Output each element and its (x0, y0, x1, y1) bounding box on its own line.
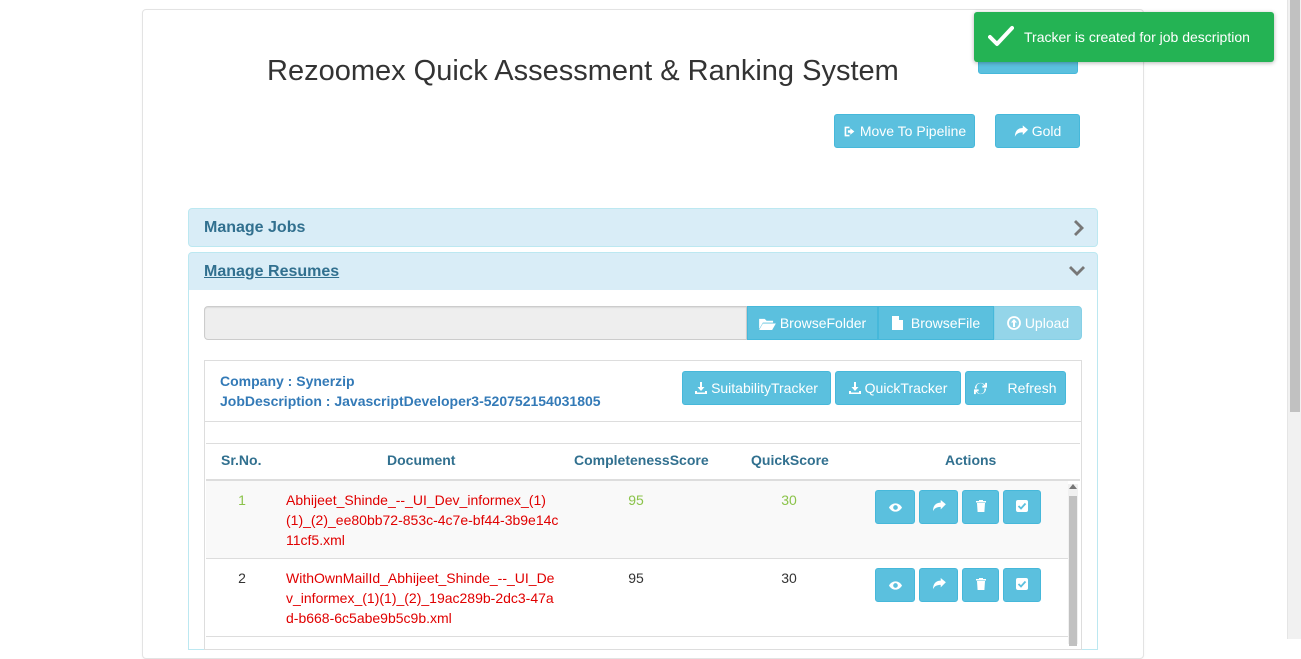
share-button[interactable] (919, 568, 958, 602)
row-completeness-score: 95 (628, 492, 644, 508)
eye-icon (888, 577, 902, 593)
select-button[interactable] (1003, 568, 1041, 602)
folder-open-icon (758, 317, 776, 330)
column-header-completeness: CompletenessScore (574, 452, 709, 468)
row-serial: 1 (238, 492, 246, 508)
check-square-icon (1016, 499, 1028, 515)
company-label: Company : Synerzip (220, 373, 355, 389)
sign-out-icon (843, 125, 856, 138)
manage-resumes-title: Manage Resumes (204, 263, 340, 280)
delete-button[interactable] (962, 568, 999, 602)
suitability-tracker-button[interactable]: SuitabilityTracker (682, 371, 831, 405)
share-icon (932, 499, 946, 515)
success-toast[interactable]: Tracker is created for job description (974, 12, 1274, 62)
share-icon (1014, 124, 1028, 138)
upload-circle-icon (1006, 316, 1021, 330)
browse-folder-button[interactable]: BrowseFolder (747, 306, 878, 340)
manage-jobs-title: Manage Jobs (204, 219, 306, 236)
page-scrollbar-thumb[interactable] (1290, 0, 1300, 412)
page-scrollbar[interactable] (1287, 0, 1301, 639)
move-to-pipeline-label: Move To Pipeline (859, 123, 967, 139)
browse-folder-label: BrowseFolder (779, 315, 867, 331)
table-row: 2 WithOwnMailId_Abhijeet_Shinde_--_UI_De… (206, 559, 1068, 637)
toast-message: Tracker is created for job description (1024, 29, 1250, 45)
check-icon (988, 25, 1014, 50)
gold-label: Gold (1031, 123, 1062, 139)
upload-label: Upload (1024, 315, 1070, 331)
suitability-tracker-label: SuitabilityTracker (711, 380, 818, 396)
browse-file-button[interactable]: BrowseFile (878, 306, 994, 340)
upload-button[interactable]: Upload (994, 306, 1082, 340)
row-quick-score: 30 (781, 492, 797, 508)
eye-icon (888, 499, 902, 515)
row-document-link[interactable]: Abhijeet_Shinde_--_UI_Dev_informex_(1)(1… (286, 490, 561, 550)
scroll-up-arrow-icon[interactable] (1069, 484, 1077, 489)
page-title: Rezoomex Quick Assessment & Ranking Syst… (267, 55, 899, 88)
refresh-button[interactable]: Refresh (965, 371, 1066, 405)
column-header-quickscore: QuickScore (751, 452, 829, 468)
column-header-srno: Sr.No. (221, 452, 262, 468)
refresh-icon (974, 382, 988, 395)
manage-jobs-panel-heading[interactable]: Manage Jobs (188, 208, 1098, 247)
quick-tracker-button[interactable]: QuickTracker (835, 371, 961, 405)
browse-file-label: BrowseFile (910, 315, 981, 331)
row-quick-score: 30 (781, 570, 797, 586)
download-icon (848, 382, 861, 394)
move-to-pipeline-button[interactable]: Move To Pipeline (834, 114, 975, 148)
table-row: 1 Abhijeet_Shinde_--_UI_Dev_informex_(1)… (206, 481, 1068, 559)
file-path-input[interactable] (204, 306, 747, 340)
download-icon (695, 382, 708, 394)
chevron-down-icon (1069, 264, 1085, 283)
manage-resumes-panel-heading[interactable]: Manage Resumes (188, 252, 1098, 291)
column-header-actions: Actions (945, 452, 997, 468)
share-icon (932, 577, 946, 593)
view-button[interactable] (875, 490, 915, 524)
select-button[interactable] (1003, 490, 1041, 524)
view-button[interactable] (875, 568, 915, 602)
table-scrollbar[interactable] (1068, 484, 1078, 646)
file-icon (891, 316, 903, 330)
trash-icon (975, 577, 986, 593)
quick-tracker-label: QuickTracker (864, 380, 948, 396)
column-header-document: Document (387, 452, 456, 468)
gold-button[interactable]: Gold (995, 114, 1080, 148)
chevron-right-icon (1071, 220, 1085, 241)
trash-icon (975, 499, 986, 515)
row-completeness-score: 95 (628, 570, 644, 586)
row-document-link[interactable]: WithOwnMailId_Abhijeet_Shinde_--_UI_Dev_… (286, 568, 561, 628)
share-button[interactable] (919, 490, 958, 524)
refresh-label: Refresh (1007, 380, 1057, 396)
check-square-icon (1016, 577, 1028, 593)
table-scrollbar-thumb[interactable] (1069, 496, 1077, 646)
row-serial: 2 (238, 570, 246, 586)
job-description-label: JobDescription : JavascriptDeveloper3-52… (220, 393, 601, 409)
delete-button[interactable] (962, 490, 999, 524)
